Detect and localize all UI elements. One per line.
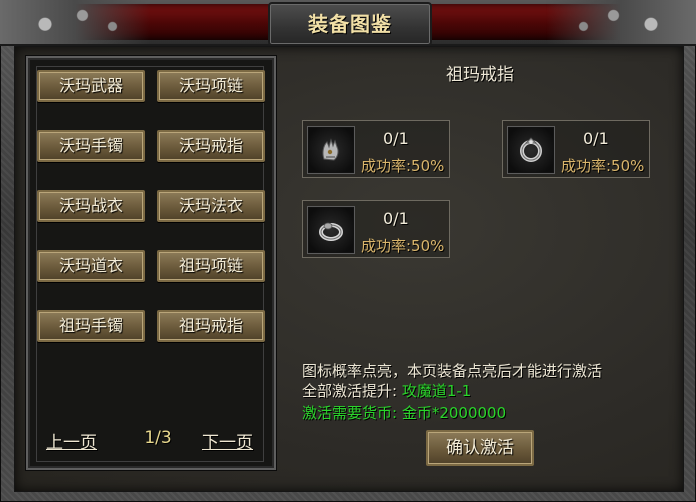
title-plaque: 装备图鉴 bbox=[268, 2, 432, 46]
dragon-ornament-left-icon bbox=[0, 0, 150, 44]
next-page-link[interactable]: 下一页 bbox=[202, 428, 253, 453]
slot-success-rate: 成功率:50% bbox=[361, 237, 445, 255]
slot-success-rate: 成功率:50% bbox=[561, 157, 645, 175]
bonus-label: 全部激活提升: bbox=[302, 382, 398, 400]
equipment-button-zuma-necklace[interactable]: 祖玛项链 bbox=[157, 250, 265, 282]
cost-line: 激活需要货币: 金币*2000000 bbox=[302, 402, 506, 423]
equipment-button-woma-bracelet[interactable]: 沃玛手镯 bbox=[37, 130, 145, 162]
dragon-ornament-right-icon bbox=[546, 0, 696, 44]
collection-slot-1: 0/1 成功率:50% bbox=[302, 120, 450, 178]
slot-progress: 0/1 bbox=[383, 209, 409, 228]
equipment-button-zuma-ring[interactable]: 祖玛戒指 bbox=[157, 310, 265, 342]
confirm-activate-button[interactable]: 确认激活 bbox=[426, 430, 534, 466]
page-indicator: 1/3 bbox=[144, 428, 172, 448]
equipment-button-woma-taoist-robe[interactable]: 沃玛道衣 bbox=[37, 250, 145, 282]
activation-hint: 图标概率点亮，本页装备点亮后才能进行激活 bbox=[302, 362, 603, 380]
slot-success-rate: 成功率:50% bbox=[361, 157, 445, 175]
collection-slot-3: 0/1 成功率:50% bbox=[302, 200, 450, 258]
ring-icon[interactable] bbox=[507, 126, 555, 174]
collection-slot-2: 0/1 成功率:50% bbox=[502, 120, 650, 178]
bonus-line: 全部激活提升: 攻魔道1-1 bbox=[302, 380, 471, 401]
gauntlet-icon[interactable] bbox=[307, 126, 355, 174]
equipment-button-woma-warrior-armor[interactable]: 沃玛战衣 bbox=[37, 190, 145, 222]
equipment-button-woma-weapon[interactable]: 沃玛武器 bbox=[37, 70, 145, 102]
slot-progress: 0/1 bbox=[583, 129, 609, 148]
window-title: 装备图鉴 bbox=[308, 12, 392, 36]
cost-label: 激活需要货币: bbox=[302, 404, 398, 422]
slot-progress: 0/1 bbox=[383, 129, 409, 148]
title-bar: 装备图鉴 bbox=[0, 0, 696, 46]
equipment-button-woma-mage-robe[interactable]: 沃玛法衣 bbox=[157, 190, 265, 222]
bonus-value: 攻魔道1-1 bbox=[401, 382, 472, 400]
selected-equipment-title: 祖玛戒指 bbox=[446, 65, 514, 85]
equipment-button-woma-necklace[interactable]: 沃玛项链 bbox=[157, 70, 265, 102]
cost-value: 金币*2000000 bbox=[401, 404, 507, 422]
equipment-button-zuma-bracelet[interactable]: 祖玛手镯 bbox=[37, 310, 145, 342]
equipment-button-woma-ring[interactable]: 沃玛戒指 bbox=[157, 130, 265, 162]
equipment-codex-window: 装备图鉴 沃玛武器 沃玛项链 沃玛手镯 沃玛戒指 沃玛战衣 沃玛法衣 沃玛道衣 … bbox=[0, 0, 696, 502]
ring-icon[interactable] bbox=[307, 206, 355, 254]
prev-page-link[interactable]: 上一页 bbox=[46, 428, 97, 453]
